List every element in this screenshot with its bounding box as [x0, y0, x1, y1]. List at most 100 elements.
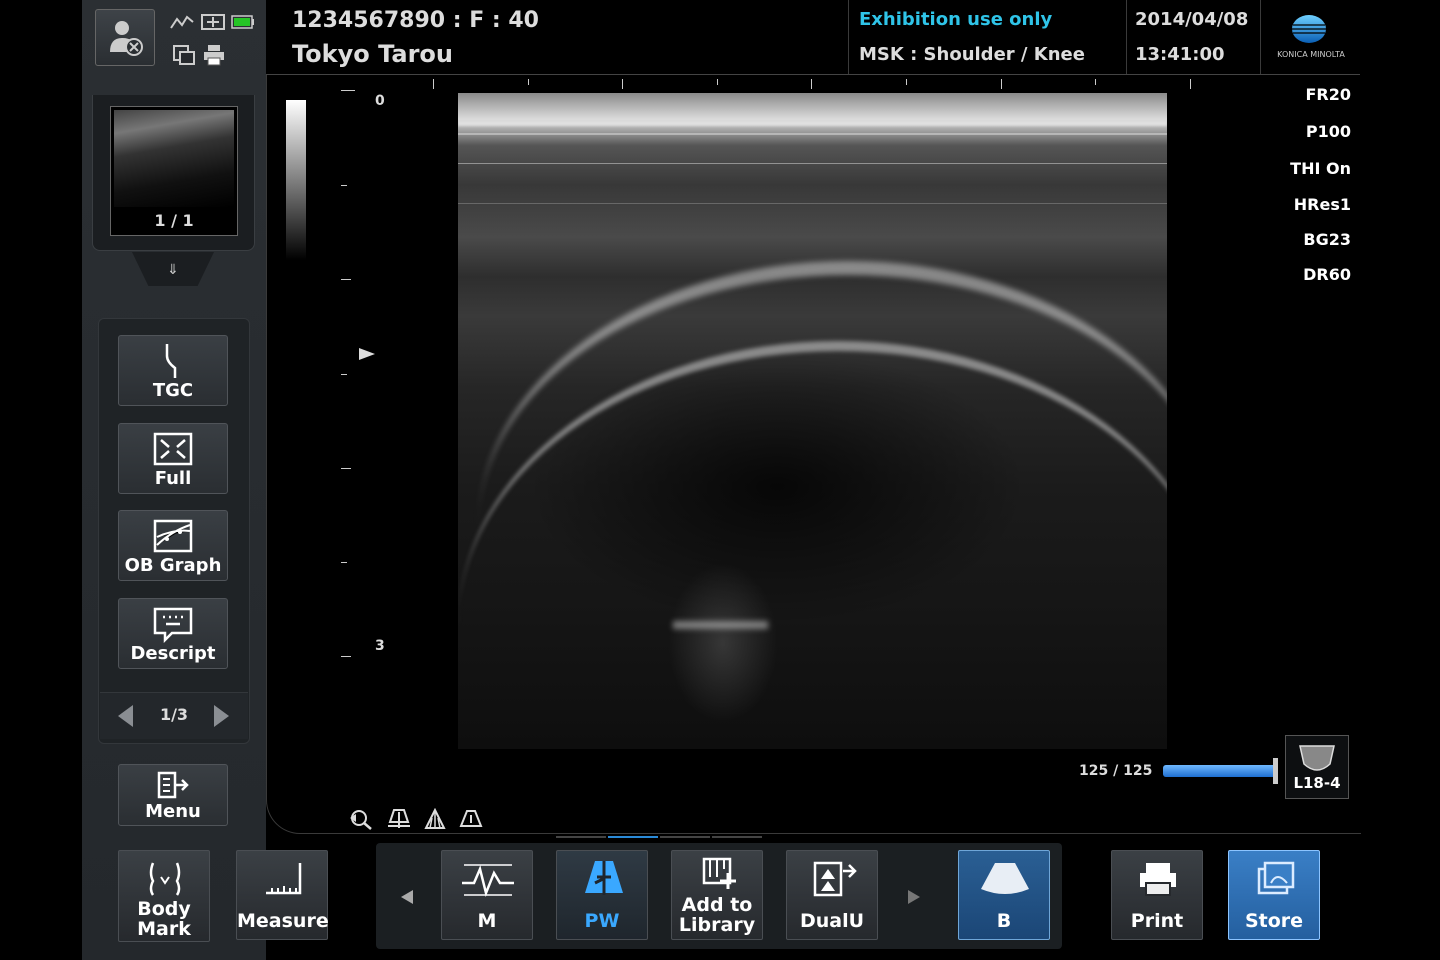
- body-mark-label: Body Mark: [137, 898, 191, 940]
- tool-page-indicator: 1/3: [159, 705, 189, 724]
- thumbnail-image: [114, 110, 234, 207]
- param-power: P100: [1305, 122, 1351, 141]
- patient-id: 1234567890 : F : 40: [292, 8, 539, 33]
- gain-value: 125 / 125: [1079, 763, 1153, 779]
- descript-button[interactable]: Descript: [118, 598, 228, 669]
- m-mode-button[interactable]: M: [441, 850, 533, 940]
- tgc-curve-icon: [165, 344, 177, 378]
- b-mode-button[interactable]: B: [958, 850, 1050, 940]
- gain-slider-fill: [1163, 765, 1278, 777]
- depth-tick: [341, 90, 355, 91]
- thumbnail-count: 1 / 1: [154, 211, 194, 230]
- ruler-icon: [266, 863, 302, 895]
- body-mark-button[interactable]: Body Mark: [118, 850, 210, 942]
- store-label: Store: [1244, 910, 1304, 932]
- exam-date: 2014/04/08: [1135, 9, 1249, 30]
- focus-marker-icon[interactable]: [359, 348, 375, 360]
- orientation-flip-icon[interactable]: [422, 808, 448, 830]
- param-dr: DR60: [1303, 265, 1351, 284]
- menu-button[interactable]: Menu: [118, 764, 228, 826]
- pw-mode-button[interactable]: PW: [556, 850, 648, 940]
- add-to-library-button[interactable]: Add to Library: [671, 850, 763, 940]
- probe-button[interactable]: L18-4: [1285, 735, 1349, 799]
- page-indicator-segment: [660, 836, 710, 838]
- exhibition-notice: Exhibition use only: [859, 9, 1053, 30]
- keyboard-comment-icon: [153, 607, 193, 643]
- param-frame-rate: FR20: [1305, 85, 1351, 104]
- graph-icon: [153, 519, 193, 553]
- grayscale-bar: [286, 100, 306, 260]
- tgc-label: TGC: [152, 380, 194, 401]
- patient-name: Tokyo Tarou: [292, 40, 454, 68]
- waveform-icon: [462, 864, 514, 897]
- param-hres: HRes1: [1293, 195, 1351, 214]
- ob-graph-label: OB Graph: [124, 555, 222, 576]
- param-bg: BG23: [1303, 230, 1351, 249]
- measure-label: Measure: [237, 910, 329, 932]
- body-outline-icon: [149, 862, 181, 896]
- depth-tick: [341, 656, 351, 657]
- descript-label: Descript: [130, 643, 216, 664]
- next-page-icon[interactable]: [214, 705, 229, 727]
- network-icon: [201, 14, 225, 30]
- dualu-button[interactable]: DualU: [786, 850, 878, 940]
- b-mode-label: B: [996, 910, 1012, 932]
- add-to-library-label: Add to Library: [678, 894, 756, 936]
- sector-icon: [981, 863, 1029, 894]
- param-thi: THI On: [1290, 159, 1351, 178]
- full-screen-button[interactable]: Full: [118, 423, 228, 494]
- probe-label: L18-4: [1293, 774, 1341, 792]
- export-icon: [173, 45, 195, 65]
- print-label: Print: [1130, 910, 1184, 932]
- brand-name: KONICA MINOLTA: [1277, 50, 1345, 59]
- measure-button[interactable]: Measure: [236, 850, 329, 940]
- pw-mode-label: PW: [584, 910, 620, 932]
- header-separator: [1260, 0, 1261, 74]
- header-separator: [848, 0, 849, 74]
- menu-label: Menu: [145, 801, 201, 822]
- patient-button[interactable]: [95, 9, 155, 66]
- gain-slider[interactable]: [1163, 765, 1278, 777]
- printer-status-icon: [204, 45, 224, 66]
- double-chevron-down-icon: ⇓: [167, 262, 179, 278]
- page-indicator-segment-active: [608, 836, 658, 838]
- depth-tick: [341, 562, 347, 563]
- depth-label-bottom: 3: [375, 638, 385, 654]
- gain-slider-handle[interactable]: [1273, 758, 1278, 784]
- mode-next-icon[interactable]: [908, 890, 920, 904]
- exam-preset[interactable]: MSK : Shoulder / Knee: [859, 44, 1085, 65]
- tgc-button[interactable]: TGC: [118, 335, 228, 406]
- page-indicator-segment: [712, 836, 762, 838]
- depth-label-top: 0: [375, 93, 385, 109]
- depth-tick: [341, 468, 351, 469]
- store-images-icon: [1257, 861, 1295, 895]
- orientation-lr-icon[interactable]: [458, 808, 484, 830]
- depth-tick: [341, 374, 347, 375]
- menu-exit-icon: [157, 771, 189, 799]
- header-separator: [1126, 0, 1127, 74]
- page-indicator-segment: [556, 836, 606, 838]
- battery-icon: [231, 15, 254, 29]
- zoom-icon[interactable]: [348, 808, 374, 830]
- m-mode-label: M: [477, 910, 497, 932]
- full-label: Full: [154, 468, 192, 489]
- tool-pager: 1/3: [100, 692, 248, 739]
- store-button[interactable]: Store: [1228, 850, 1320, 940]
- top-scale: [433, 79, 1193, 91]
- expand-icon: [153, 432, 193, 466]
- image-thumbnail[interactable]: 1 / 1: [110, 106, 238, 236]
- depth-tick: [341, 279, 351, 280]
- pw-doppler-icon: [585, 861, 623, 895]
- exam-time: 13:41:00: [1135, 44, 1225, 65]
- dualu-label: DualU: [799, 910, 865, 932]
- user-remove-icon: [110, 21, 143, 56]
- konica-minolta-logo-icon: [1290, 14, 1328, 44]
- orientation-up-icon[interactable]: [386, 808, 412, 830]
- dual-update-icon: [813, 861, 857, 897]
- print-button[interactable]: Print: [1111, 850, 1203, 940]
- prev-page-icon[interactable]: [118, 705, 133, 727]
- mode-prev-icon[interactable]: [401, 890, 413, 904]
- ob-graph-button[interactable]: OB Graph: [118, 510, 228, 581]
- ultrasound-image[interactable]: [458, 93, 1167, 749]
- printer-icon: [1140, 863, 1176, 896]
